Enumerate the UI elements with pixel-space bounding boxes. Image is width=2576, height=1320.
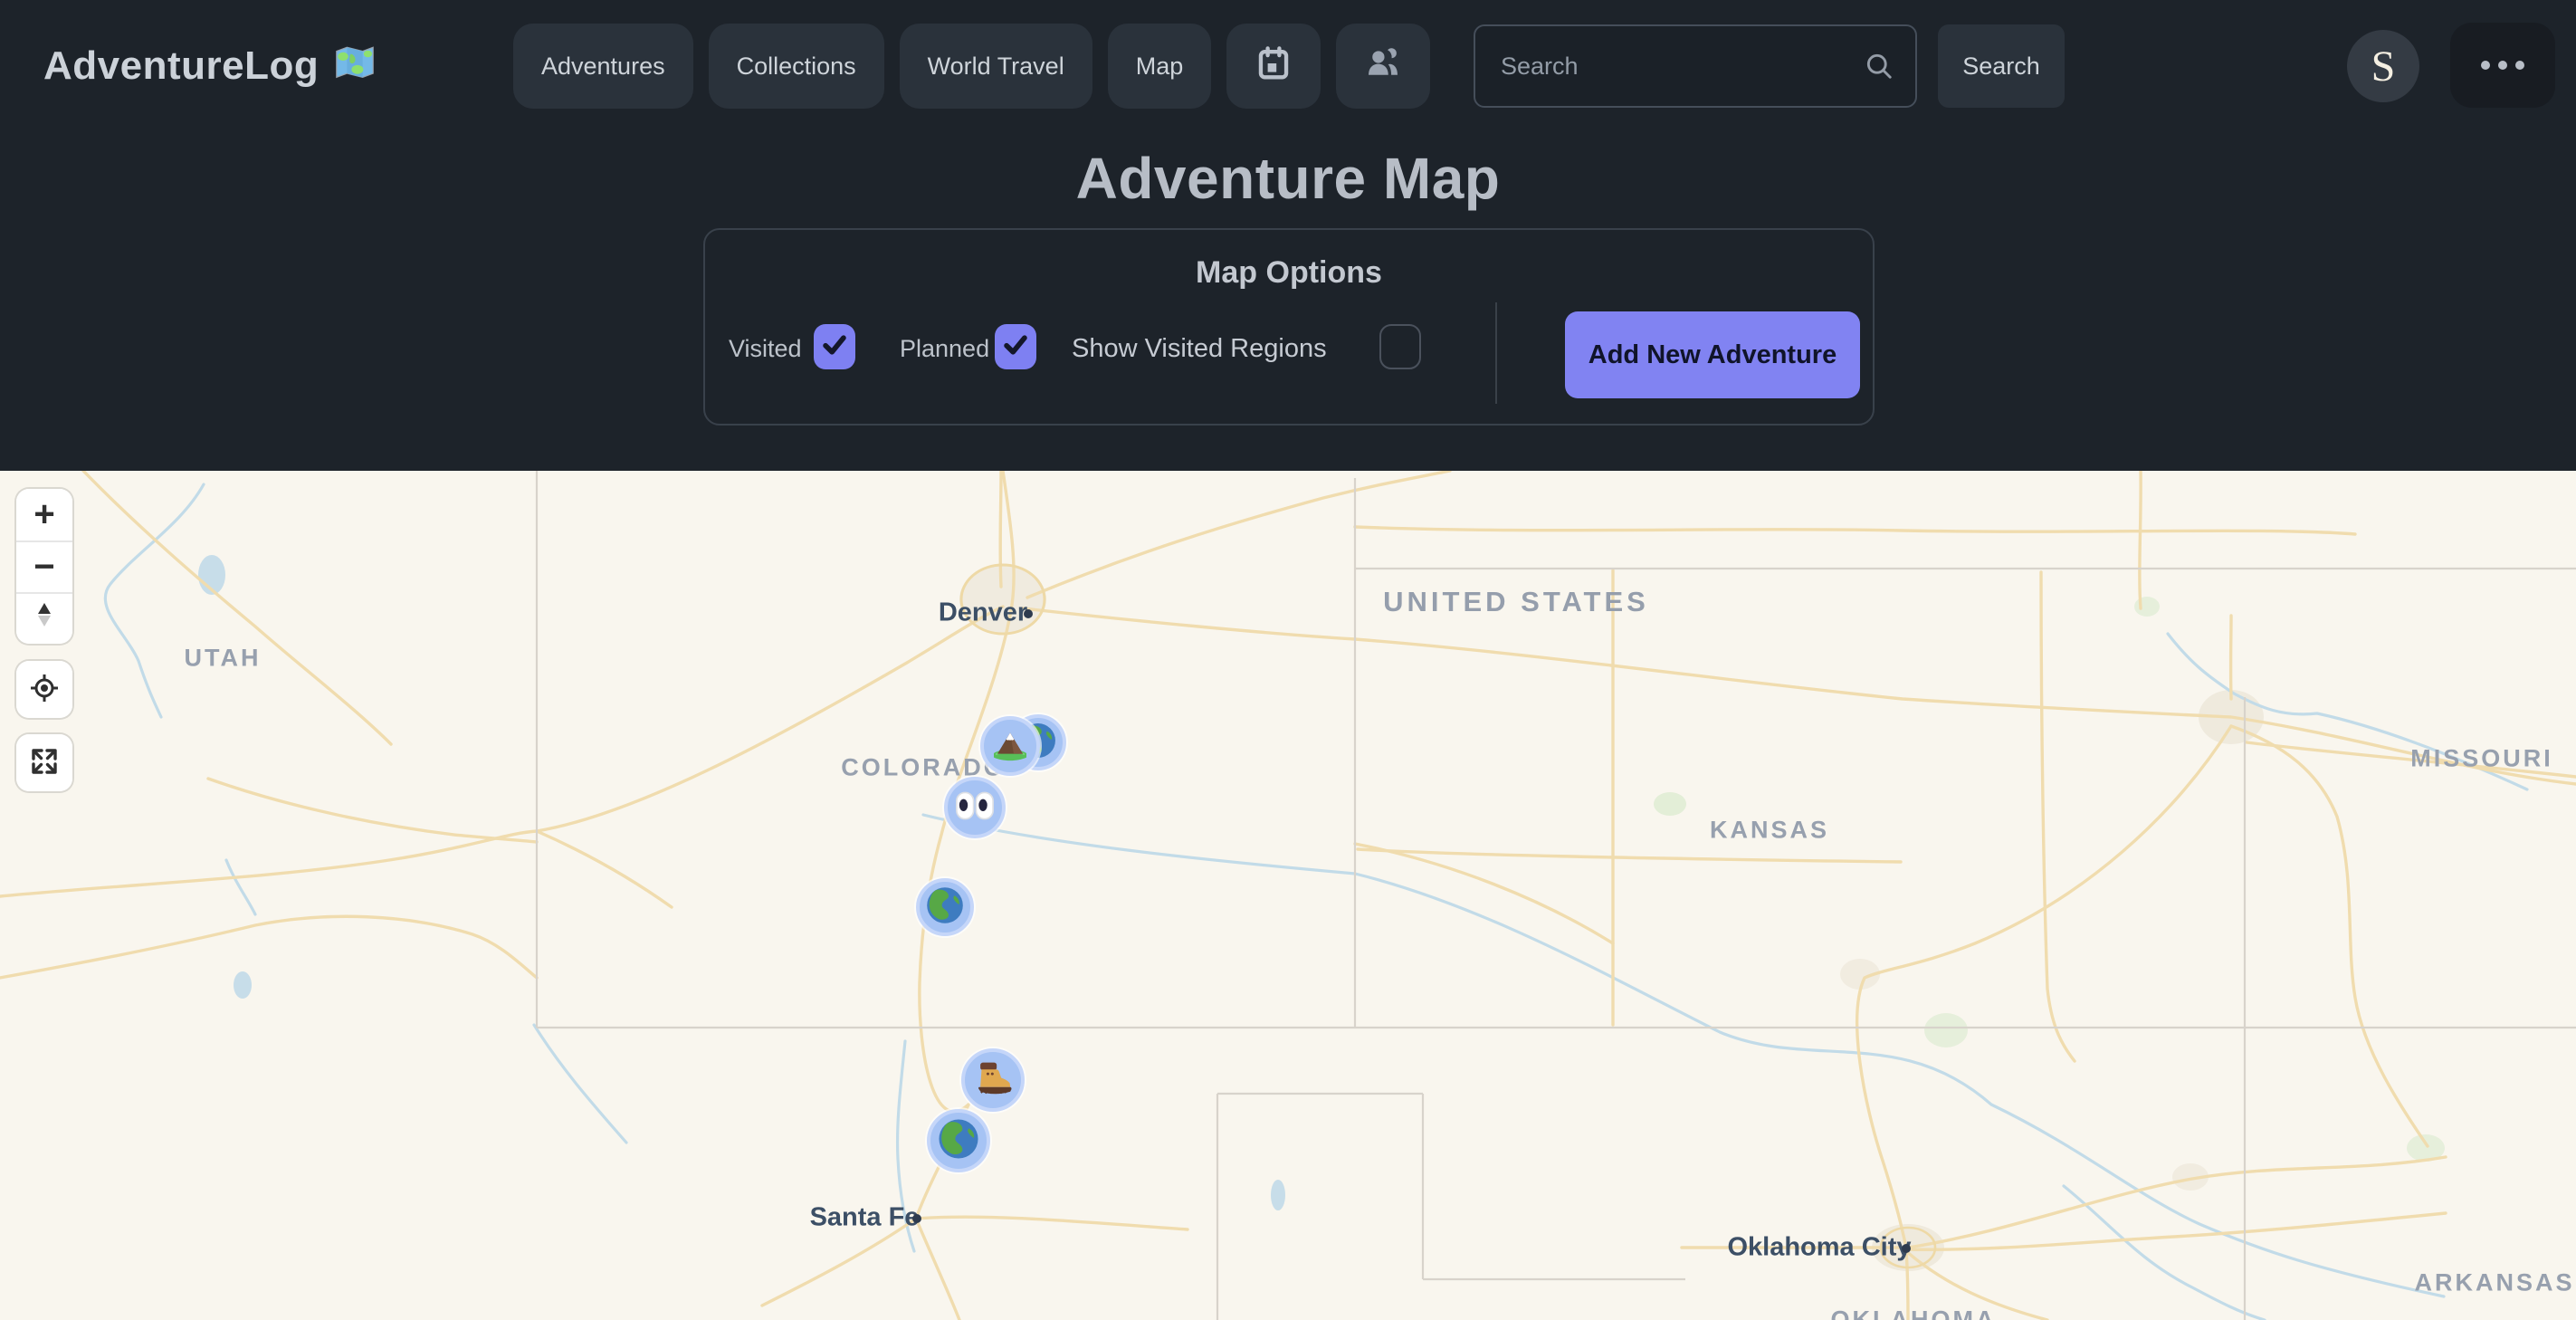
add-new-adventure-button[interactable]: Add New Adventure — [1565, 311, 1860, 398]
hiking-boot-emoji — [970, 1056, 1016, 1105]
santa-fe-dot — [912, 1214, 921, 1223]
options-divider — [1495, 302, 1497, 404]
adventurelog-app: AdventureLog Adventures Collections Worl… — [0, 0, 2576, 1320]
map-geolocate-control — [16, 661, 72, 718]
users-icon — [1362, 43, 1404, 91]
show-visited-regions-checkbox[interactable] — [1379, 324, 1421, 369]
avatar-initial: S — [2371, 42, 2396, 91]
navbar: AdventureLog Adventures Collections Worl… — [0, 0, 2576, 132]
page-title: Adventure Map — [0, 145, 2576, 212]
map-options-card: Map Options Visited Planned Show Visited… — [703, 228, 1875, 426]
nav-world-travel[interactable]: World Travel — [900, 24, 1092, 109]
oklahoma-city-dot — [1902, 1244, 1911, 1253]
globe-emoji — [924, 885, 966, 931]
check-icon — [1000, 330, 1031, 365]
zoom-in-button[interactable]: + — [16, 489, 72, 540]
show-visited-regions-label: Show Visited Regions — [1072, 328, 1327, 369]
users-button[interactable] — [1336, 24, 1430, 109]
geolocate-icon — [24, 668, 64, 711]
map-fullscreen-control — [16, 734, 72, 791]
map-zoom-control: + − — [16, 489, 72, 644]
eyes-emoji — [952, 783, 997, 833]
geolocate-button[interactable] — [16, 661, 72, 718]
world-map-emoji — [331, 41, 378, 92]
zoom-out-button[interactable]: − — [16, 540, 72, 592]
label-denver: Denver — [939, 598, 1027, 628]
map-canvas[interactable]: UNITED STATES UTAH COLORADO KANSAS MISSO… — [0, 471, 2576, 1320]
check-icon — [819, 330, 850, 365]
map-options-heading: Map Options — [705, 255, 1873, 291]
visited-checkbox[interactable] — [814, 324, 855, 369]
label-oklahoma: OKLAHOMA — [1831, 1306, 1997, 1320]
label-arkansas: ARKANSAS — [2414, 1269, 2574, 1297]
overflow-menu-button[interactable] — [2450, 23, 2555, 108]
compass-button[interactable] — [16, 592, 72, 644]
nav-adventures[interactable]: Adventures — [513, 24, 693, 109]
globe-emoji — [936, 1116, 981, 1166]
denver-dot — [1024, 609, 1033, 618]
nav-collections[interactable]: Collections — [709, 24, 884, 109]
planned-checkbox[interactable] — [995, 324, 1036, 369]
visited-label: Visited — [729, 328, 802, 369]
calendar-button[interactable] — [1226, 24, 1321, 109]
label-missouri: MISSOURI — [2410, 745, 2553, 773]
marker-eyes[interactable] — [944, 777, 1006, 838]
marker-mountain[interactable] — [980, 716, 1040, 776]
primary-nav: Adventures Collections World Travel Map — [513, 24, 1430, 109]
brand-name: AdventureLog — [43, 43, 319, 89]
compass-icon — [26, 597, 62, 642]
label-kansas: KANSAS — [1710, 817, 1829, 845]
map-basemap-decor — [0, 471, 2576, 1320]
label-oklahoma-city: Oklahoma City — [1727, 1233, 1911, 1263]
label-united-states: UNITED STATES — [1383, 586, 1649, 618]
search-field-wrap — [1474, 24, 1917, 108]
search-input[interactable] — [1474, 24, 1917, 108]
marker-hiking-boot[interactable] — [961, 1048, 1025, 1112]
planned-label: Planned — [900, 328, 989, 369]
fullscreen-button[interactable] — [16, 734, 72, 791]
label-santa-fe: Santa Fe — [810, 1203, 920, 1233]
search-button[interactable]: Search — [1938, 24, 2065, 108]
fullscreen-icon — [24, 741, 64, 784]
calendar-icon — [1253, 43, 1294, 91]
marker-globe-santa-fe[interactable] — [927, 1109, 990, 1172]
brand-logo[interactable]: AdventureLog — [43, 0, 378, 132]
avatar[interactable]: S — [2347, 30, 2419, 102]
label-utah: UTAH — [185, 645, 262, 673]
mountain-emoji — [988, 722, 1032, 770]
marker-globe-colorado[interactable] — [916, 878, 974, 936]
nav-map[interactable]: Map — [1108, 24, 1212, 109]
ellipsis-icon — [2481, 61, 2524, 70]
